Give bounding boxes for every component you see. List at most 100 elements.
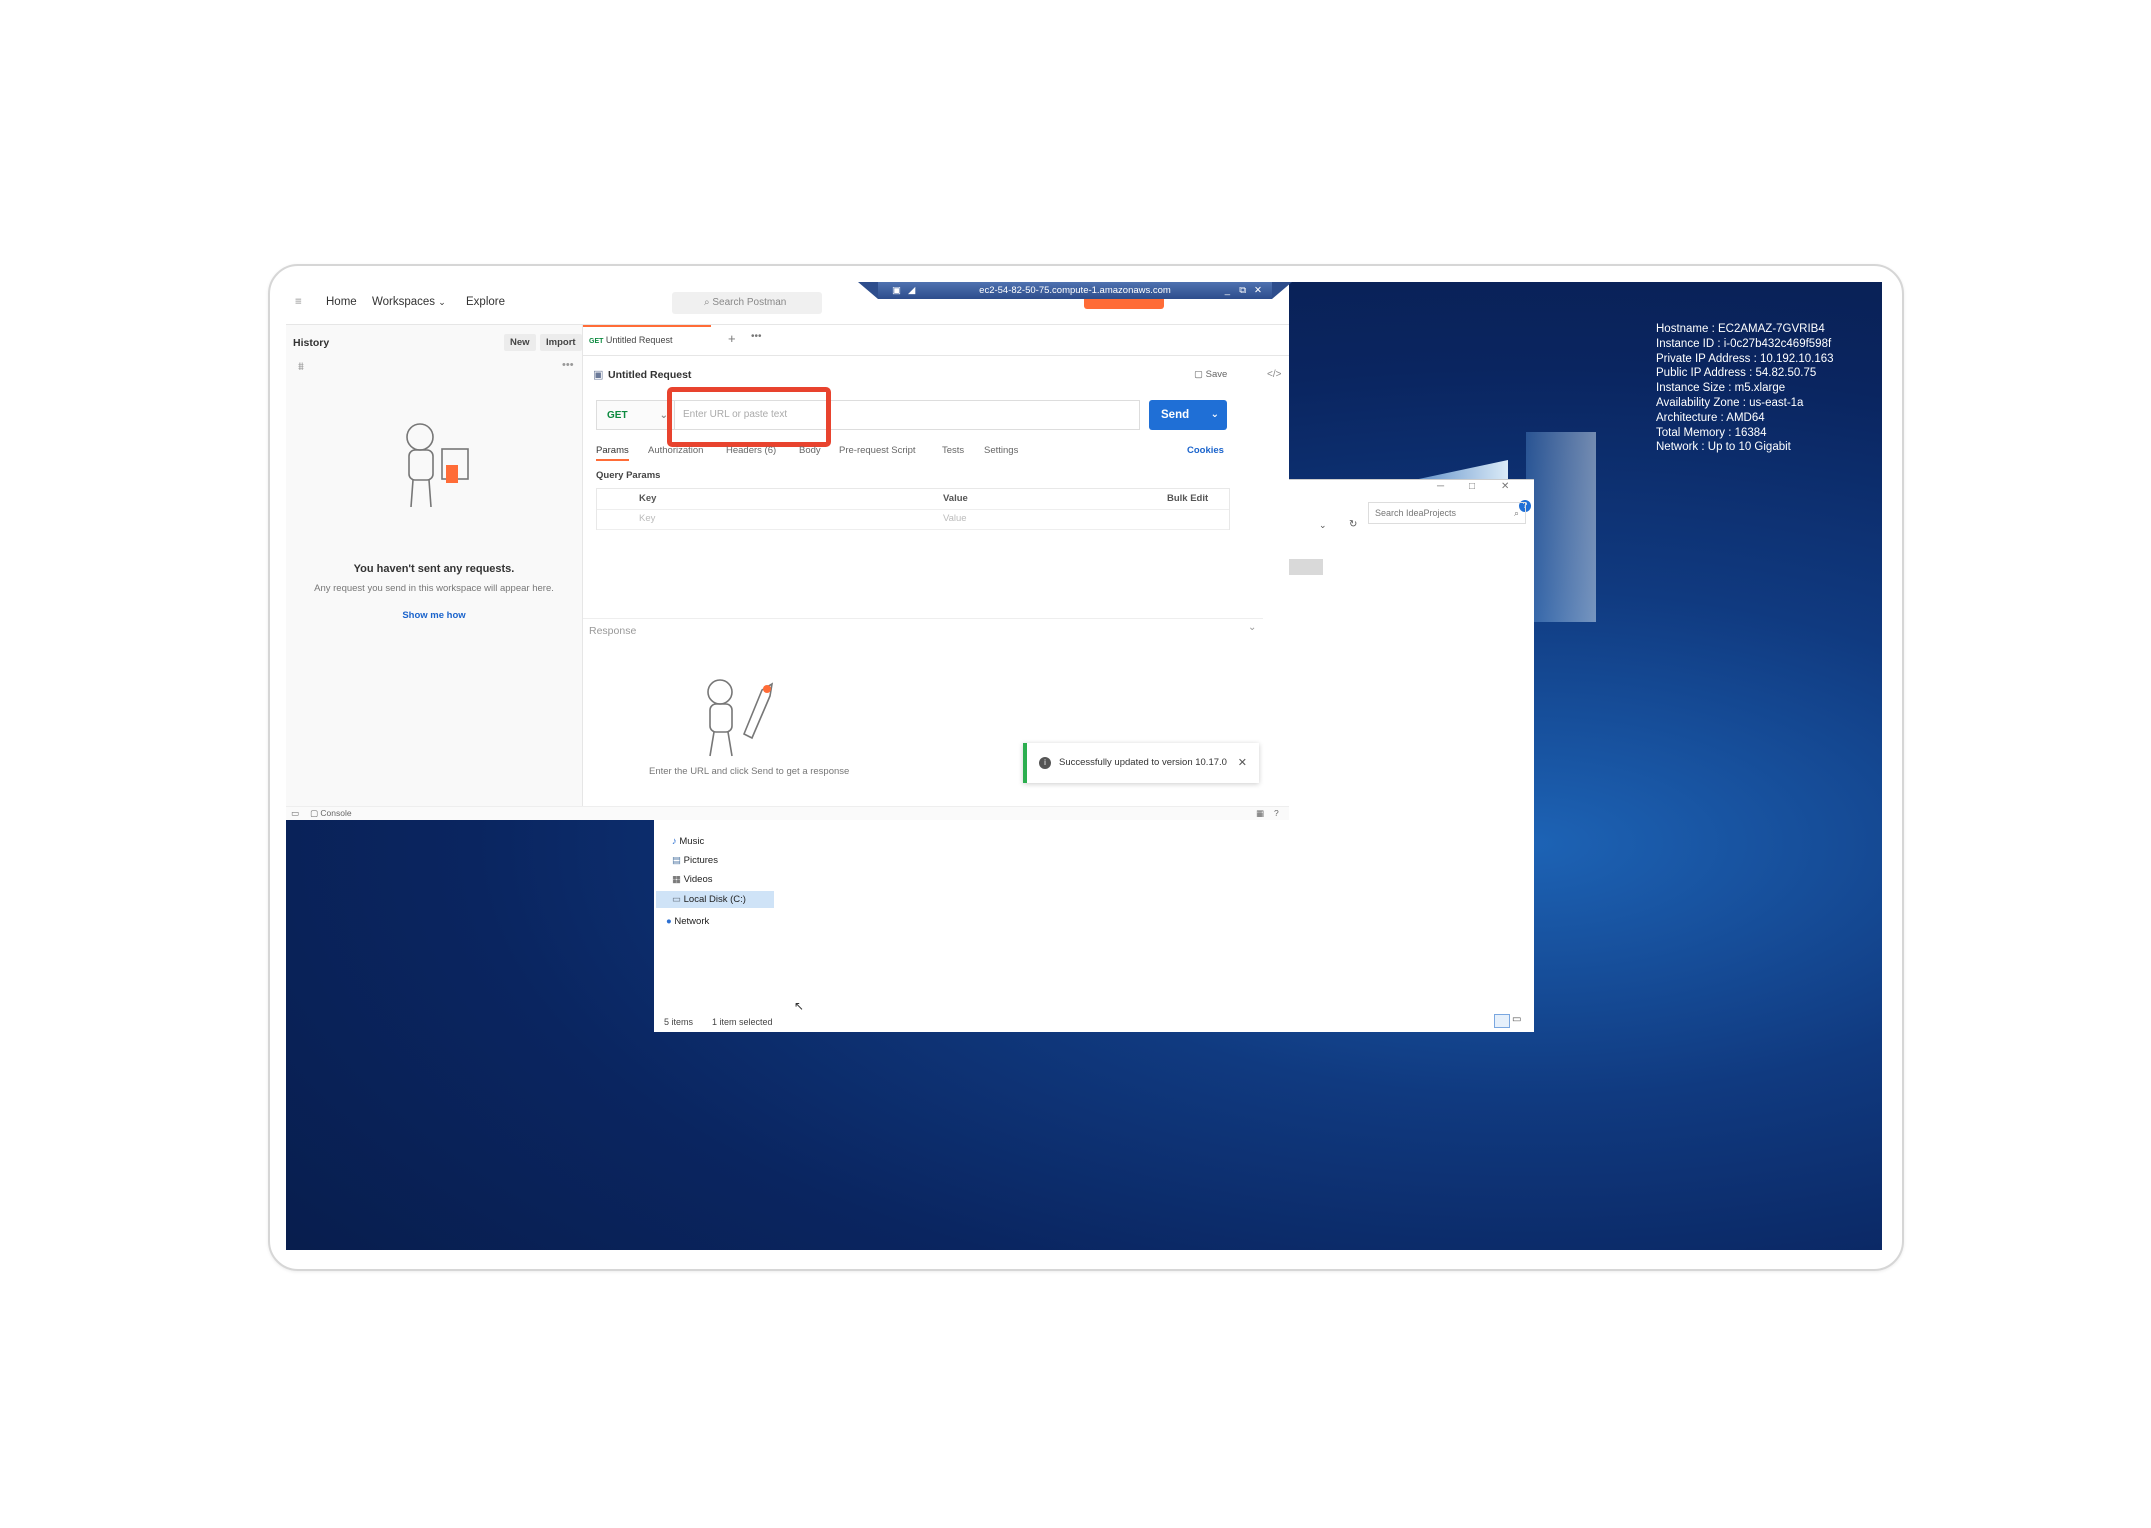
rdp-minimize-icon[interactable]: _	[1225, 282, 1230, 299]
cookies-link[interactable]: Cookies	[1187, 445, 1224, 456]
nav-workspaces-label: Workspaces	[372, 296, 436, 308]
method-select[interactable]: GET ⌄	[596, 400, 674, 430]
dropdown-chevron-icon[interactable]: ⌄	[1319, 520, 1327, 531]
nav-home[interactable]: Home	[326, 296, 357, 308]
postman-search-placeholder: Search Postman	[712, 297, 787, 308]
sysinfo-private-ip: Private IP Address : 10.192.10.163	[1656, 352, 1834, 365]
value-input[interactable]: Value	[943, 513, 967, 524]
nav-workspaces[interactable]: Workspaces ⌄	[372, 296, 446, 308]
update-toast: i Successfully updated to version 10.17.…	[1023, 743, 1259, 783]
large-icons-view-icon[interactable]: ▭	[1512, 1014, 1521, 1025]
response-hint: Enter the URL and click Send to get a re…	[649, 766, 850, 777]
request-icon: ▣	[593, 369, 604, 381]
more-options-icon[interactable]: •••	[562, 359, 574, 371]
subtab-authorization[interactable]: Authorization	[648, 445, 703, 456]
sysinfo-architecture: Architecture : AMD64	[1656, 411, 1765, 424]
subtab-headers[interactable]: Headers (6)	[726, 445, 776, 456]
query-params-table: Key Value Bulk Edit Key Value	[596, 488, 1230, 530]
explorer-window-right: ─ □ ✕ ? ⌄ ↻	[1289, 479, 1534, 832]
refresh-icon[interactable]: ↻	[1349, 519, 1357, 530]
subtab-settings[interactable]: Settings	[984, 445, 1018, 456]
tree-item-videos[interactable]: ▦ Videos	[672, 874, 713, 885]
toast-message: Successfully updated to version 10.17.0	[1059, 757, 1227, 768]
nav-explore[interactable]: Explore	[466, 296, 505, 308]
tree-item-pictures[interactable]: ▤ Pictures	[672, 855, 718, 866]
sysinfo-network: Network : Up to 10 Gigabit	[1656, 441, 1791, 454]
layout-icon[interactable]: ▦	[1256, 808, 1264, 819]
response-section-title[interactable]: Response	[583, 625, 1295, 637]
method-label: GET	[607, 410, 628, 421]
search-icon: ⌕	[704, 297, 710, 308]
request-tabbar: GET Untitled Request + •••	[583, 325, 1289, 356]
header-value: Value	[943, 493, 968, 504]
console-button[interactable]: ▢ Console	[310, 808, 352, 819]
send-dropdown-chevron-icon[interactable]: ⌄	[1211, 400, 1219, 430]
pictures-icon: ▤	[672, 855, 681, 866]
close-icon[interactable]: ✕	[1238, 743, 1247, 783]
tab-options-icon[interactable]: •••	[751, 331, 762, 342]
astronaut-illustration	[406, 423, 469, 508]
astronaut-rocket-illustration	[707, 679, 774, 757]
info-icon: i	[1039, 757, 1051, 769]
details-view-icon[interactable]	[1494, 1014, 1510, 1028]
code-icon[interactable]: </>	[1267, 369, 1281, 380]
import-button[interactable]: Import	[540, 334, 582, 351]
history-title: History	[293, 337, 330, 349]
response-title: Response	[589, 625, 637, 637]
tree-label: Local Disk (C:)	[683, 894, 746, 905]
subtab-params[interactable]: Params	[596, 445, 629, 461]
empty-history-subtitle: Any request you send in this workspace w…	[314, 583, 554, 594]
drive-icon: ▭	[672, 894, 681, 905]
explorer-status-selected: 1 item selected	[712, 1017, 773, 1027]
add-tab-icon[interactable]: +	[728, 331, 736, 346]
response-collapse-chevron-icon[interactable]: ⌄	[1248, 622, 1256, 633]
postman-window: ≡ Home Workspaces ⌄ Explore ⌕ Search Pos…	[286, 282, 1292, 820]
tab-untitled-request[interactable]: GET Untitled Request	[583, 325, 711, 355]
sidebar-toggle-icon[interactable]: ▭	[291, 808, 299, 819]
save-button[interactable]: ▢ Save	[1194, 369, 1227, 380]
mouse-cursor-icon: ↖	[794, 999, 805, 1013]
table-row: Key Value	[597, 509, 1229, 530]
new-button[interactable]: New	[504, 334, 536, 351]
rdp-title: ec2-54-82-50-75.compute-1.amazonaws.com	[979, 285, 1171, 296]
query-params-title: Query Params	[596, 470, 661, 481]
table-header-row: Key Value Bulk Edit	[597, 489, 1229, 510]
pin-icon[interactable]: ▣	[892, 282, 901, 299]
subtab-pre-request-script[interactable]: Pre-request Script	[839, 445, 916, 456]
tree-item-local-disk[interactable]: ▭ Local Disk (C:)	[656, 891, 774, 908]
postman-search-input[interactable]: ⌕ Search Postman	[672, 292, 822, 314]
send-button[interactable]: Send ⌄	[1149, 400, 1227, 430]
postman-statusbar: ▭ ▢ Console ▦ ?	[286, 806, 1289, 820]
subtab-tests[interactable]: Tests	[942, 445, 964, 456]
sysinfo-instance-size: Instance Size : m5.xlarge	[1656, 382, 1786, 395]
explorer-minimize-icon[interactable]: ─	[1437, 481, 1444, 492]
rdp-restore-icon[interactable]: ⧉	[1239, 282, 1246, 299]
request-title[interactable]: Untitled Request	[608, 369, 691, 381]
tree-item-music[interactable]: ♪ Music	[672, 836, 704, 847]
help-icon[interactable]: ?	[1274, 808, 1279, 818]
menu-icon[interactable]: ≡	[295, 296, 302, 308]
bulk-edit-button[interactable]: Bulk Edit	[1167, 493, 1208, 504]
sysinfo-instance-id: Instance ID : i-0c27b432c469f598f	[1656, 337, 1832, 350]
sysinfo-total-memory: Total Memory : 16384	[1656, 426, 1767, 439]
filter-icon[interactable]: ⩩	[298, 361, 304, 374]
show-me-how-link[interactable]: Show me how	[286, 610, 582, 621]
signal-icon: ◢	[908, 285, 916, 296]
sysinfo-public-ip: Public IP Address : 54.82.50.75	[1656, 367, 1817, 380]
system-info-overlay: Hostname : EC2AMAZ-7GVRIB4 Instance ID :…	[1656, 322, 1834, 455]
explorer-close-icon[interactable]: ✕	[1501, 481, 1509, 492]
rdp-connection-bar[interactable]: ▣ ◢ ec2-54-82-50-75.compute-1.amazonaws.…	[858, 282, 1292, 299]
tree-label: Music	[679, 836, 705, 847]
rdp-close-icon[interactable]: ✕	[1254, 282, 1262, 299]
explorer-maximize-icon[interactable]: □	[1469, 481, 1475, 492]
tree-item-network[interactable]: ● Network	[666, 916, 709, 927]
chevron-down-icon: ⌄	[438, 297, 446, 307]
console-icon: ▢	[310, 808, 319, 818]
orange-account-button[interactable]	[1084, 299, 1164, 309]
key-input[interactable]: Key	[639, 513, 655, 524]
subtab-body[interactable]: Body	[799, 445, 821, 456]
explorer-search-input[interactable]: Search IdeaProjects ⌕	[1368, 502, 1526, 524]
empty-history-title: You haven't sent any requests.	[353, 563, 515, 575]
history-sidebar: History New Import ⩩ ••• You haven't sen…	[286, 325, 583, 806]
save-label: Save	[1205, 369, 1228, 380]
